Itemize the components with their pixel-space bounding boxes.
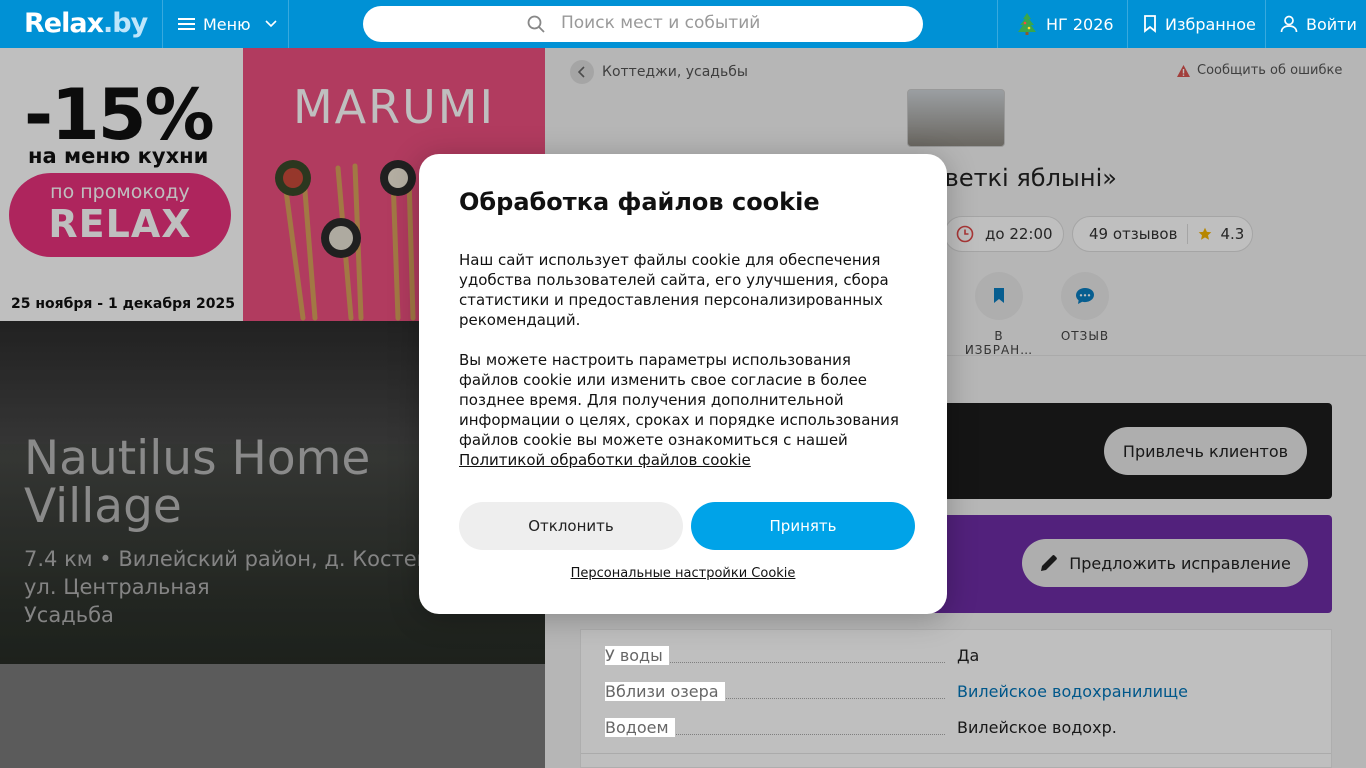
dialog-paragraph-2-text: Вы можете настроить параметры использова…: [459, 351, 899, 449]
new-year-link[interactable]: НГ 2026: [1016, 0, 1114, 48]
menu-button[interactable]: Меню: [178, 0, 277, 48]
hamburger-icon: [178, 18, 195, 30]
cookie-settings-link[interactable]: Персональные настройки Cookie: [419, 566, 947, 581]
header-divider: [288, 0, 289, 48]
property-key: У воды: [605, 646, 669, 665]
header-divider: [997, 0, 998, 48]
dialog-title: Обработка файлов cookie: [459, 188, 820, 216]
login-link[interactable]: Войти: [1280, 0, 1357, 48]
accept-button[interactable]: Принять: [691, 502, 915, 550]
dialog-paragraph-2: Вы можете настроить параметры использова…: [459, 350, 911, 470]
user-icon: [1280, 15, 1298, 33]
dialog-body: Наш сайт использует файлы cookie для обе…: [459, 250, 911, 490]
dialog-paragraph-1: Наш сайт использует файлы cookie для обе…: [459, 251, 889, 329]
header-divider: [1127, 0, 1128, 48]
christmas-tree-icon: [1018, 13, 1036, 35]
menu-label: Меню: [203, 14, 251, 34]
top-header: Relax.by Меню Поиск мест и событий НГ 20…: [0, 0, 1366, 48]
search-icon: [527, 15, 545, 33]
header-divider: [162, 0, 163, 48]
site-logo[interactable]: Relax.by: [24, 8, 148, 39]
search-placeholder: Поиск мест и событий: [561, 13, 761, 33]
header-divider: [1265, 0, 1266, 48]
cookie-consent-dialog: Обработка файлов cookie Наш сайт использ…: [419, 154, 947, 614]
new-year-label: НГ 2026: [1046, 14, 1114, 34]
bookmark-icon: [1144, 15, 1156, 33]
cookie-policy-link[interactable]: Политикой обработки файлов cookie: [459, 451, 751, 469]
decline-button[interactable]: Отклонить: [459, 502, 683, 550]
search-input[interactable]: Поиск мест и событий: [363, 6, 923, 42]
property-key: Вблизи озера: [605, 682, 725, 701]
login-label: Войти: [1306, 14, 1357, 34]
favorites-label: Избранное: [1165, 14, 1256, 34]
property-key: Водоем: [605, 718, 675, 737]
favorites-link[interactable]: Избранное: [1143, 0, 1256, 48]
chevron-down-icon: [265, 20, 277, 28]
